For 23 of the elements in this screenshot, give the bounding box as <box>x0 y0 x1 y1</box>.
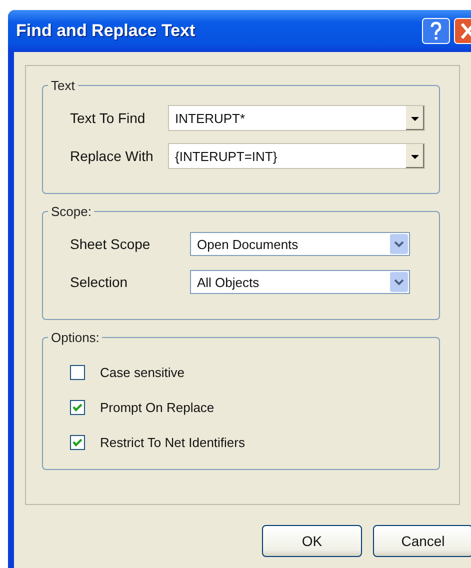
group-title: Scope: <box>50 204 92 219</box>
checkbox-label[interactable]: Case sensitive <box>100 365 185 380</box>
dropdown-select[interactable]: Open Documents <box>190 232 410 256</box>
window-title: Find and Replace Text <box>16 21 196 41</box>
dropdown-arrow-icon[interactable] <box>406 144 424 168</box>
checkbox[interactable] <box>70 400 85 415</box>
checkbox[interactable] <box>70 365 85 380</box>
checkbox-label[interactable]: Prompt On Replace <box>100 400 214 415</box>
combo-box[interactable]: INTERUPT* <box>168 105 425 131</box>
cancel-button[interactable]: Cancel <box>373 525 471 557</box>
help-icon[interactable] <box>422 18 450 44</box>
field-label: Text To Find <box>70 110 146 126</box>
field-label: Replace With <box>70 148 154 164</box>
field-label: Sheet Scope <box>70 236 152 252</box>
dropdown-arrow-icon[interactable] <box>406 106 424 130</box>
dropdown-select[interactable]: All Objects <box>190 270 410 294</box>
ok-button[interactable]: OK <box>262 525 362 557</box>
group-title: Options: <box>50 330 100 345</box>
checkbox-label[interactable]: Restrict To Net Identifiers <box>100 435 245 450</box>
combo-box[interactable]: {INTERUPT=INT} <box>168 143 425 169</box>
checkbox[interactable] <box>70 435 85 450</box>
field-label: Selection <box>70 274 129 290</box>
group-title: Text <box>50 78 76 93</box>
